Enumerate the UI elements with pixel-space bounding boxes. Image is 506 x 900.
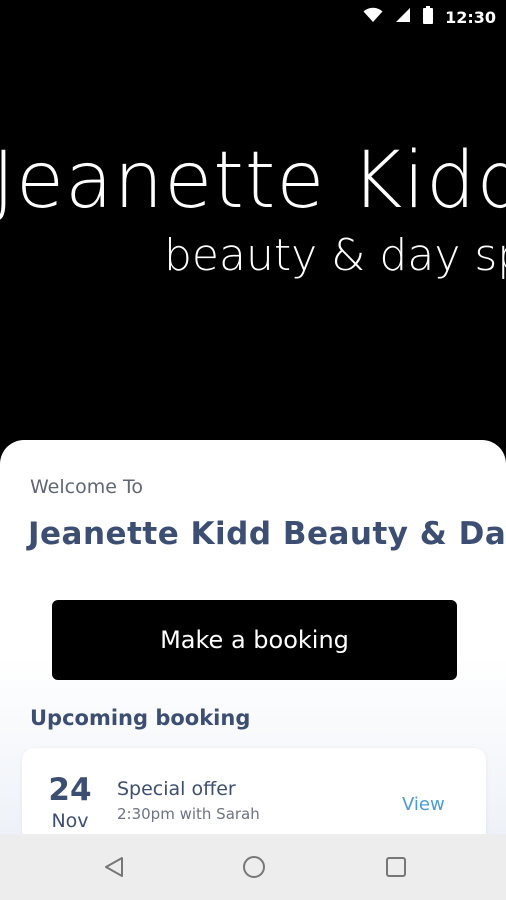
navigation-bar [0, 834, 506, 900]
hero-banner: Jeanette Kidd beauty & day spa [0, 34, 506, 464]
home-icon[interactable] [238, 851, 270, 883]
recents-icon[interactable] [380, 851, 412, 883]
cellular-signal-icon [395, 7, 411, 28]
view-booking-link[interactable]: View [402, 794, 445, 815]
booking-name: Special offer [117, 778, 236, 800]
battery-icon [423, 5, 434, 29]
status-time: 12:30 [445, 7, 496, 27]
booking-day: 24 [48, 772, 92, 808]
venue-name: Jeanette Kidd Beauty & Day Spa [28, 516, 506, 552]
status-icons: 12:30 [363, 0, 496, 34]
hero-subtitle: beauty & day spa [164, 230, 506, 281]
upcoming-booking-title: Upcoming booking [30, 706, 251, 730]
welcome-label: Welcome To [30, 476, 143, 498]
back-icon[interactable] [98, 851, 130, 883]
booking-detail: 2:30pm with Sarah [117, 805, 260, 823]
wifi-icon [363, 7, 383, 28]
make-booking-button[interactable]: Make a booking [52, 600, 457, 680]
booking-month: Nov [51, 810, 89, 832]
booking-card[interactable]: 24 Nov Special offer 2:30pm with Sarah V… [22, 748, 486, 834]
status-bar: 12:30 [0, 0, 506, 34]
hero-title: Jeanette Kidd [0, 136, 506, 226]
welcome-sheet: Welcome To Jeanette Kidd Beauty & Day Sp… [0, 440, 506, 834]
